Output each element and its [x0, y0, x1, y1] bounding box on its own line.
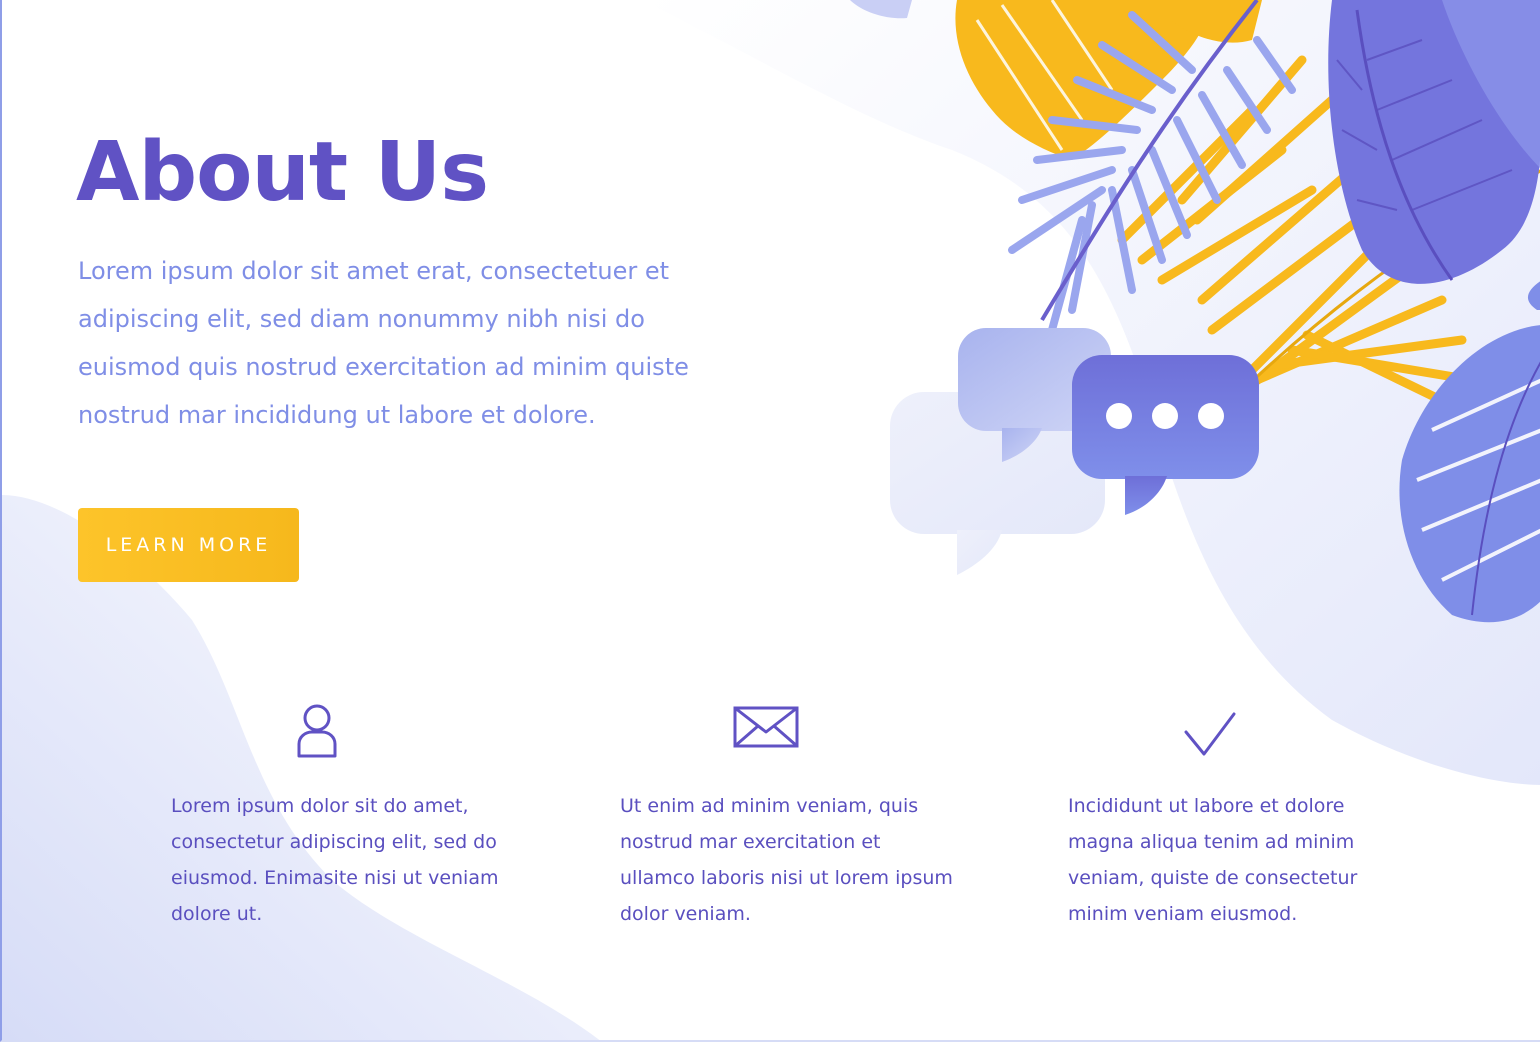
checkmark-icon — [1184, 712, 1236, 756]
envelope-icon — [733, 706, 799, 748]
blue-leaf-large — [1328, 0, 1540, 284]
learn-more-button[interactable]: LEARN MORE — [78, 508, 299, 582]
feature-check-text: Incididunt ut labore et dolore magna ali… — [1068, 795, 1358, 925]
feature-user-text: Lorem ipsum dolor sit do amet, consectet… — [171, 795, 499, 925]
page-title: About Us — [76, 125, 489, 220]
blue-monstera — [1399, 281, 1540, 623]
about-page: About Us Lorem ipsum dolor sit amet erat… — [0, 0, 1540, 1042]
feature-mail-text: Ut enim ad minim veniam, quis nostrud ma… — [620, 795, 953, 925]
yellow-leaf-top — [955, 0, 1262, 160]
hero-description: Lorem ipsum dolor sit amet erat, consect… — [78, 257, 689, 429]
user-icon — [297, 704, 337, 758]
